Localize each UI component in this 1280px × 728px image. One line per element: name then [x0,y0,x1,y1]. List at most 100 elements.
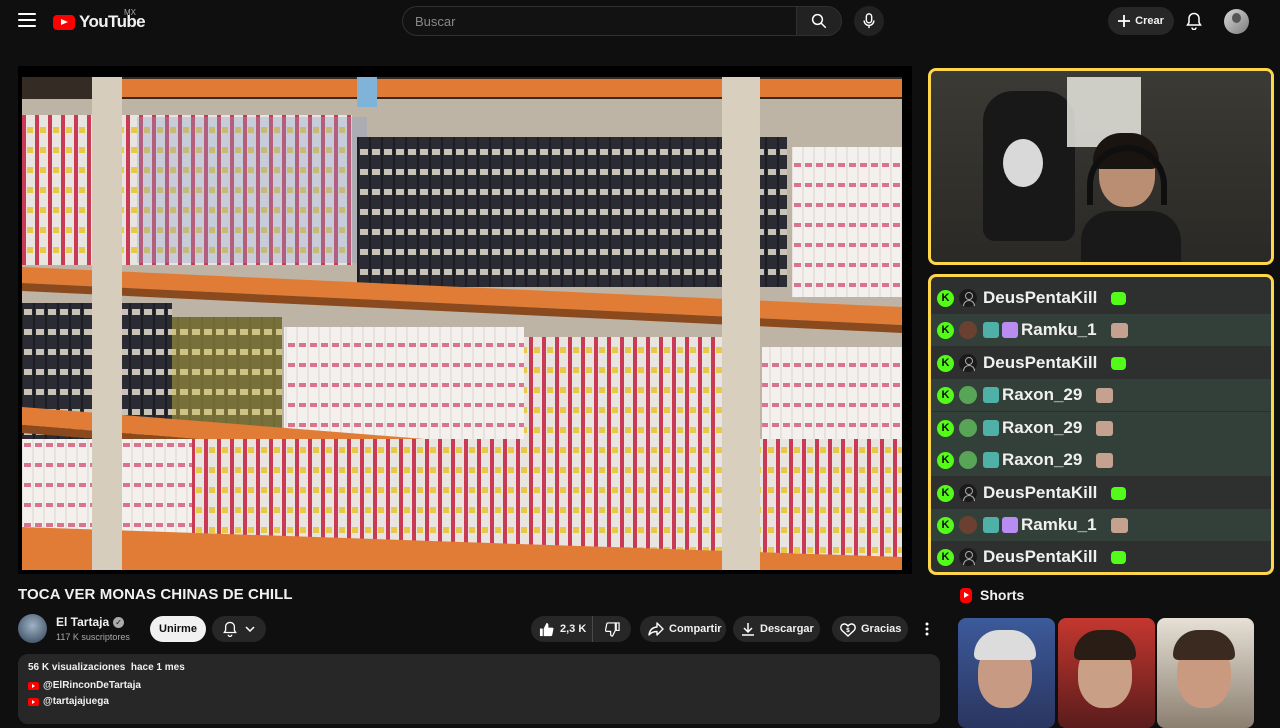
search-box[interactable] [402,6,797,36]
create-button[interactable]: Crear [1108,7,1174,35]
search-input[interactable] [415,13,797,29]
plus-icon [1118,15,1131,27]
chat-username: Ramku_1 [1021,320,1097,339]
default-avatar-icon [959,354,977,372]
subscriber-badge-icon [983,322,999,338]
short-thumbnail[interactable] [1157,618,1254,728]
verified-check-icon: ✓ [113,616,125,628]
share-label: Compartir [669,623,722,635]
hamburger-menu-icon[interactable] [18,13,36,27]
join-button[interactable]: Unirme [150,616,206,642]
short-thumbnail-hair [974,630,1036,660]
chat-message: K Ramku_1 [931,314,1271,346]
channel-link-label[interactable]: @tartajajuega [43,696,109,707]
manga-shelf-image [22,77,902,570]
user-avatar-icon [959,386,977,404]
kick-badge-icon: K [937,321,954,339]
more-actions-button[interactable] [914,616,940,642]
kick-badge-icon: K [937,548,954,566]
green-emote-icon [1111,356,1127,370]
user-avatar-icon [959,516,977,534]
svg-text:$: $ [846,627,850,634]
view-count: 56 K visualizaciones [28,662,126,673]
video-title: TOCA VER MONAS CHINAS DE CHILL [18,586,293,603]
kick-badge-icon: K [937,289,954,307]
thumbs-up-icon [539,622,554,636]
chat-message: K Ramku_1 [931,509,1271,541]
youtube-icon [28,697,39,706]
short-thumbnail[interactable] [1058,618,1155,728]
chat-username: DeusPentaKill [983,288,1098,307]
channel-link-label[interactable]: @ElRinconDeTartaja [43,680,141,691]
description-box[interactable]: 56 K visualizaciones hace 1 mes @ElRinco… [18,654,940,724]
bell-icon [223,621,237,637]
chat-message: K Raxon_29 [931,379,1271,411]
create-label: Crear [1135,15,1164,27]
description-meta: 56 K visualizaciones hace 1 mes [28,662,930,673]
chat-message: K DeusPentaKill [931,282,1271,314]
video-frame[interactable] [22,77,902,570]
chat-username: Ramku_1 [1021,515,1097,534]
kick-badge-icon: K [937,516,954,534]
like-button[interactable]: 2,3 K [531,616,593,642]
notifications-button[interactable] [1182,9,1206,33]
download-button[interactable]: Descargar [733,616,820,642]
green-emote-icon [1111,550,1127,564]
streamer-body [1081,211,1181,262]
channel-link[interactable]: @tartajajuega [28,696,930,707]
voice-search-button[interactable] [854,6,884,36]
channel-name-row[interactable]: El Tartaja ✓ [56,615,125,629]
thumbs-down-icon [604,621,620,637]
kick-badge-icon: K [937,484,954,502]
chat-username: Raxon_29 [1002,450,1083,469]
channel-link[interactable]: @ElRinconDeTartaja [28,680,930,691]
shorts-icon [960,587,972,603]
kick-badge-icon: K [937,386,954,404]
microphone-icon [863,13,875,29]
youtube-play-icon [53,14,75,30]
kick-badge-icon: K [937,419,954,437]
cat-emote-icon [1110,517,1128,533]
webcam-overlay [928,68,1274,265]
download-label: Descargar [760,623,814,635]
subscription-notifications-button[interactable] [212,616,266,642]
chat-overlay: K DeusPentaKill K Ramku_1 K DeusPentaKil… [928,274,1274,575]
short-thumbnail[interactable] [958,618,1055,728]
cat-emote-icon [1096,387,1114,403]
kick-badge-icon: K [937,354,954,372]
user-avatar-icon [959,451,977,469]
user-avatar-icon [959,419,977,437]
chat-message: K DeusPentaKill [931,477,1271,509]
chat-message: K Raxon_29 [931,444,1271,476]
default-avatar-icon [959,484,977,502]
user-avatar[interactable] [1224,9,1249,34]
like-dislike-group: 2,3 K [531,616,631,642]
dislike-button[interactable] [593,616,631,642]
chat-message: K DeusPentaKill [931,541,1271,572]
cat-emote-icon [1110,322,1128,338]
short-thumbnail-hair [1173,630,1235,660]
cat-emote-icon [1096,452,1114,468]
youtube-icon [28,681,39,690]
share-icon [648,622,664,636]
country-code: MX [124,8,136,17]
more-dots-icon [925,622,929,636]
chat-username: Raxon_29 [1002,418,1083,437]
like-count: 2,3 K [560,623,587,635]
chat-username: DeusPentaKill [983,353,1098,372]
chevron-down-icon [245,626,255,632]
chat-username: DeusPentaKill [983,547,1098,566]
gift-badge-icon [1002,517,1018,533]
top-bar: YouTube MX Crear [0,0,1280,42]
chat-username: Raxon_29 [1002,385,1083,404]
channel-name[interactable]: El Tartaja [56,615,109,629]
kick-badge-icon: K [937,451,954,469]
share-button[interactable]: Compartir [640,616,726,642]
channel-avatar[interactable] [18,614,47,643]
chat-username: DeusPentaKill [983,483,1098,502]
search-button[interactable] [796,6,842,36]
thanks-button[interactable]: $ Gracias [832,616,908,642]
default-avatar-icon [959,548,977,566]
video-player[interactable] [18,66,912,574]
gift-badge-icon [1002,322,1018,338]
